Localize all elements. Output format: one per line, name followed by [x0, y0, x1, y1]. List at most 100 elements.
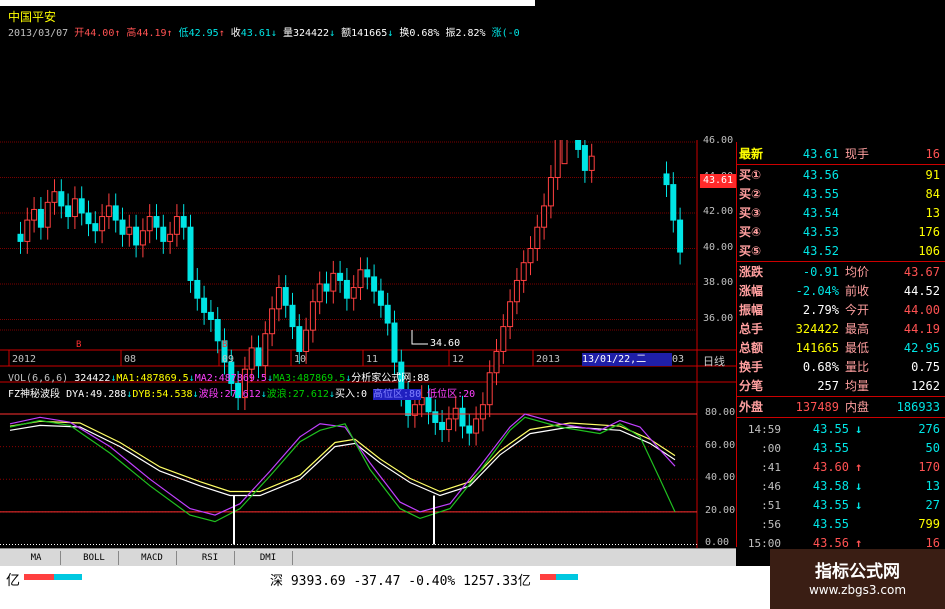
- market-index: 深 9393.69 -37.47 -0.40% 1257.33亿: [270, 570, 531, 589]
- candle-body: [160, 226, 167, 242]
- candle-body: [459, 407, 466, 427]
- price-tick-label: 40.00: [703, 241, 734, 253]
- candle-body: [309, 301, 316, 331]
- candle-body: [479, 404, 486, 420]
- now-hand-label: 现手: [845, 147, 870, 161]
- candle-body: [466, 425, 473, 434]
- time-axis-last: 03: [672, 354, 685, 365]
- header-low-label: 低: [178, 28, 189, 39]
- stat-label-2: 量比: [845, 360, 870, 374]
- tick-time: :41: [761, 461, 781, 474]
- bid-label: 买⑤: [739, 244, 762, 258]
- stat-row: 换手 0.68% 量比 0.75: [737, 358, 945, 377]
- stat-value-2: 0.75: [911, 360, 940, 374]
- top-right-blank: [535, 0, 945, 140]
- header-open: 44.00: [84, 28, 115, 39]
- tick-time: :46: [761, 480, 781, 493]
- ohlc-header: 2013/03/07 开44.00↑ 高44.19↑ 低42.95↑ 收43.6…: [8, 28, 520, 39]
- stat-value-2: 1262: [911, 379, 940, 393]
- stat-row: 涨跌 -0.91 均价 43.67: [737, 263, 945, 282]
- stat-value-2: 44.52: [903, 284, 940, 298]
- low-annotation: 34.60: [430, 338, 461, 349]
- header-turn: 0.68%: [409, 28, 440, 39]
- stat-label: 换手: [739, 360, 764, 374]
- indicator-info: FZ神秘波段 DYA:49.288↓DYB:54.538↓波段:27.612↓波…: [8, 389, 476, 400]
- stat-label-2: 最高: [845, 322, 870, 336]
- tick-row: 14:59 43.55 ↓ 276: [737, 420, 945, 439]
- bid-row: 买② 43.55 84: [737, 185, 945, 204]
- stat-value: 0.68%: [802, 360, 839, 374]
- bid-row: 买① 43.56 91: [737, 166, 945, 185]
- candle-body: [350, 287, 357, 299]
- now-hand: 16: [925, 147, 940, 161]
- dyb-line: [9, 420, 676, 493]
- vol-info: VOL(6,6,6) 324422↓MA1:487869.5↓MA2:48786…: [8, 373, 430, 384]
- time-axis-label: 10: [294, 354, 307, 365]
- indicator-tab[interactable]: MACD: [128, 551, 177, 565]
- header-amp-label: 振: [445, 28, 456, 39]
- bid-label: 买②: [739, 187, 762, 201]
- tick-price: 43.55: [812, 422, 849, 436]
- candle-body: [289, 304, 296, 328]
- stat-value-2: 42.95: [903, 341, 940, 355]
- stat-value-2: 44.19: [903, 322, 940, 336]
- tick-arrow: ↓: [855, 479, 863, 493]
- tick-volume: 13: [925, 479, 940, 493]
- header-turn-label: 换: [399, 28, 410, 39]
- indicator-tab[interactable]: MA: [12, 551, 61, 565]
- candle-body: [146, 216, 153, 232]
- market-pct: -0.40%: [408, 574, 456, 589]
- tick-arrow: ↓: [855, 422, 863, 436]
- tick-row: :56 43.55 799: [737, 515, 945, 534]
- current-price-marker: 43.61: [700, 174, 736, 188]
- status-bar-up: [24, 574, 54, 580]
- stat-label: 涨幅: [739, 284, 764, 298]
- indicator-high-zone: 高位区:80: [373, 389, 422, 400]
- period-label[interactable]: 日线: [703, 353, 725, 369]
- bid-qty: 13: [925, 206, 940, 220]
- time-axis-label: 12: [452, 354, 465, 365]
- candle-body: [507, 301, 514, 328]
- tick-price: 43.55: [812, 498, 849, 512]
- stat-label: 总额: [739, 341, 764, 355]
- bid-qty: 176: [918, 225, 940, 239]
- candle-body: [282, 287, 289, 306]
- candle-body: [357, 269, 364, 289]
- stat-label-2: 均量: [845, 379, 870, 393]
- tick-price: 43.58: [812, 479, 849, 493]
- candle-body: [520, 262, 527, 281]
- time-axis-label: 11: [366, 354, 379, 365]
- tick-time: :00: [761, 442, 781, 455]
- tick-volume: 27: [925, 498, 940, 512]
- candle-body: [112, 205, 119, 221]
- candle-body: [323, 283, 330, 292]
- status-bar-up-2: [540, 574, 556, 580]
- candle-body: [527, 248, 534, 264]
- candle-body: [500, 326, 507, 352]
- market-index-value: 9393.69: [290, 574, 346, 589]
- indicator-tab[interactable]: BOLL: [70, 551, 119, 565]
- header-amt-label: 额: [341, 28, 352, 39]
- candle-body: [513, 279, 520, 303]
- bid-price: 43.52: [802, 244, 839, 258]
- bid-row: 买③ 43.54 13: [737, 204, 945, 223]
- stock-name: 中国平安: [8, 10, 57, 24]
- tick-volume: 799: [918, 517, 940, 531]
- candle-body: [663, 173, 670, 186]
- candle-body: [207, 311, 214, 320]
- tick-price: 43.60: [812, 460, 849, 474]
- indicator-wave1: 波段:27.612: [198, 389, 261, 400]
- latest-row: 最新 43.61 现手 16: [737, 145, 945, 164]
- stat-label: 总手: [739, 322, 764, 336]
- candle-body: [255, 347, 262, 367]
- indicator-tab[interactable]: DMI: [244, 551, 293, 565]
- bid-label: 买③: [739, 206, 762, 220]
- indicator-tick-label: 40.00: [705, 472, 736, 484]
- indicator-tick-label: 80.00: [705, 407, 736, 418]
- brand-title: 指标公式网: [815, 562, 900, 582]
- indicator-tab[interactable]: RSI: [186, 551, 235, 565]
- candle-body: [139, 230, 146, 246]
- candle-body: [214, 319, 221, 342]
- candle-body: [534, 226, 541, 249]
- outer-value: 137489: [795, 400, 839, 414]
